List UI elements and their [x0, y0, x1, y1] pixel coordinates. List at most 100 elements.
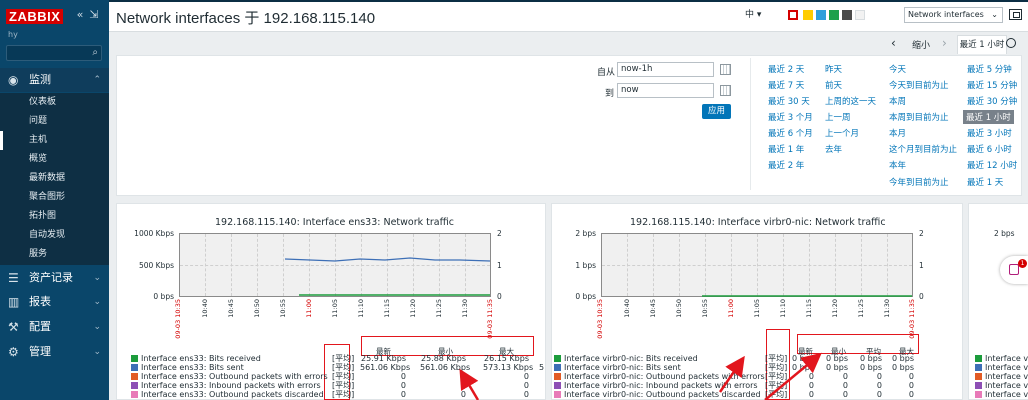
- legend-color-swatch: [131, 355, 138, 362]
- graph-plot-area[interactable]: [179, 233, 491, 297]
- y-axis-right-label: 2: [919, 229, 924, 238]
- submenu-item-discovery[interactable]: 自动发现: [0, 226, 109, 245]
- y-axis-right-label: 1: [919, 261, 924, 270]
- legend-color-swatch: [131, 364, 138, 371]
- legend-row: Interface ens33: Bits received [平均] 25.9…: [131, 354, 541, 363]
- fullscreen-icon[interactable]: [1009, 9, 1022, 20]
- x-axis-tick: 11:25: [435, 299, 443, 318]
- submenu-item-latest-data[interactable]: 最新数据: [0, 169, 109, 188]
- nav-inventory[interactable]: ☰ 资产记录 ⌄: [0, 266, 109, 290]
- legend-value: 0: [908, 372, 914, 381]
- quick-range-link[interactable]: 最近 3 小时: [967, 127, 1012, 139]
- x-axis-tick: 11:30: [461, 299, 469, 318]
- kiosk-mode-icon[interactable]: ⇲: [88, 8, 100, 21]
- nav-administration-label: 管理: [29, 345, 51, 358]
- to-input[interactable]: now: [617, 83, 714, 98]
- quick-range-link[interactable]: 今天到目前为止: [889, 79, 949, 91]
- submenu-item-dashboard[interactable]: 仪表板: [0, 93, 109, 112]
- nav-configuration[interactable]: ⚒ 配置 ⌄: [0, 315, 109, 339]
- nav-reports[interactable]: ▥ 报表 ⌄: [0, 290, 109, 314]
- submenu-item-overview[interactable]: 概览: [0, 150, 109, 169]
- quick-range-link[interactable]: 最近 12 小时: [967, 159, 1017, 171]
- from-input[interactable]: now-1h: [617, 62, 714, 77]
- quick-range-link[interactable]: 本年: [889, 159, 906, 171]
- quick-range-link[interactable]: 最近 2 年: [768, 159, 804, 171]
- calendar-icon[interactable]: [720, 85, 731, 96]
- gear-icon: ⚙: [8, 345, 19, 359]
- legend-value: 0: [523, 381, 529, 390]
- quick-range-link[interactable]: 最近 1 年: [768, 143, 804, 155]
- quick-range-link[interactable]: 前天: [825, 79, 842, 91]
- theme-swatch[interactable]: [803, 10, 813, 20]
- divider: [750, 58, 751, 190]
- quick-range-link[interactable]: 最近 6 个月: [768, 127, 813, 139]
- legend-color-swatch: [975, 373, 982, 380]
- theme-swatch[interactable]: [816, 10, 826, 20]
- submenu-item-hosts[interactable]: 主机: [0, 131, 109, 150]
- x-axis-tick: 09-03 11:35: [486, 299, 494, 339]
- quick-range-link[interactable]: 去年: [825, 143, 842, 155]
- quick-range-link[interactable]: 最近 2 天: [768, 63, 804, 75]
- quick-range-link[interactable]: 这个月到目前为止: [889, 143, 957, 155]
- theme-swatch[interactable]: [788, 10, 798, 20]
- graph-select[interactable]: Network interfaces ⌄: [904, 7, 1003, 23]
- search-icon[interactable]: ⌕: [92, 47, 98, 58]
- legend-aggregate: [平均]: [332, 381, 355, 390]
- theme-swatch[interactable]: [855, 10, 865, 20]
- calendar-icon[interactable]: [720, 64, 731, 75]
- x-axis-tick: 10:40: [623, 299, 631, 318]
- graph-plot-area[interactable]: [601, 233, 913, 297]
- quick-range-link[interactable]: 上一周: [825, 111, 851, 123]
- collapse-sidebar-icon[interactable]: «: [74, 8, 86, 21]
- nav-monitoring[interactable]: ◉ 监测 ⌃: [0, 68, 109, 92]
- legend-item-name: Interface ens33: Outbound packets with e…: [141, 372, 328, 381]
- theme-swatch[interactable]: [829, 10, 839, 20]
- legend-item-name: Interface vi: [985, 354, 1028, 363]
- legend-row: Interface ens33: Bits sent [平均] 561.06 K…: [131, 363, 546, 372]
- search-input[interactable]: ⌕: [6, 45, 102, 61]
- x-axis-tick: 11:30: [883, 299, 891, 318]
- quick-range-link[interactable]: 最近 6 小时: [967, 143, 1012, 155]
- quick-range-link[interactable]: 最近 5 分钟: [967, 63, 1012, 75]
- time-period-tab[interactable]: 最近 1 小时: [957, 35, 1007, 54]
- chevron-down-icon: ⌄: [93, 322, 101, 332]
- legend-color-swatch: [975, 364, 982, 371]
- quick-range-link[interactable]: 上一个月: [825, 127, 859, 139]
- nav-administration[interactable]: ⚙ 管理 ⌄: [0, 340, 109, 364]
- submenu-item-screens[interactable]: 聚合图形: [0, 188, 109, 207]
- quick-range-link[interactable]: 最近 30 分钟: [967, 95, 1017, 107]
- quick-range-link[interactable]: 上周的这一天: [825, 95, 876, 107]
- submenu-item-problems[interactable]: 问题: [0, 112, 109, 131]
- legend-row: Interface virbr0-nic: Outbound packets d…: [554, 390, 959, 399]
- quick-range-link[interactable]: 最近 7 天: [768, 79, 804, 91]
- apply-button[interactable]: 应用: [702, 104, 731, 119]
- prev-period-icon[interactable]: ‹: [891, 36, 896, 50]
- quick-range-link-selected[interactable]: 最近 1 小时: [963, 110, 1014, 124]
- legend-item-name: Interface ens33: Bits sent: [141, 363, 244, 372]
- zoom-out-button[interactable]: 缩小: [912, 38, 930, 51]
- floating-help-button[interactable]: 1: [1000, 256, 1028, 284]
- x-axis-tick: 09-03 10:35: [596, 299, 604, 339]
- legend-value: 0: [400, 372, 406, 381]
- quick-range-link[interactable]: 最近 30 天: [768, 95, 810, 107]
- quick-range-link[interactable]: 今年到目前为止: [889, 176, 949, 188]
- submenu-item-maps[interactable]: 拓扑图: [0, 207, 109, 226]
- legend-item-name: Interface virbr0-nic: Inbound packets wi…: [564, 381, 758, 390]
- x-axis-tick: 11:00: [305, 299, 313, 318]
- quick-range-link[interactable]: 最近 3 个月: [768, 111, 813, 123]
- zabbix-logo[interactable]: ZABBIX: [6, 9, 64, 24]
- clock-icon[interactable]: [1006, 38, 1016, 48]
- submenu-item-services[interactable]: 服务: [0, 245, 109, 264]
- legend-color-swatch: [554, 382, 561, 389]
- time-navigation: ‹ › 缩小 最近 1 小时: [109, 33, 1028, 54]
- theme-swatch[interactable]: [842, 10, 852, 20]
- quick-range-link[interactable]: 最近 15 分钟: [967, 79, 1017, 91]
- language-select[interactable]: 中 ▾: [745, 7, 761, 20]
- quick-range-link[interactable]: 本周到目前为止: [889, 111, 949, 123]
- next-period-icon[interactable]: ›: [942, 36, 947, 50]
- quick-range-link[interactable]: 昨天: [825, 63, 842, 75]
- quick-range-link[interactable]: 最近 1 天: [967, 176, 1003, 188]
- quick-range-link[interactable]: 本周: [889, 95, 906, 107]
- quick-range-link[interactable]: 本月: [889, 127, 906, 139]
- quick-range-link[interactable]: 今天: [889, 63, 906, 75]
